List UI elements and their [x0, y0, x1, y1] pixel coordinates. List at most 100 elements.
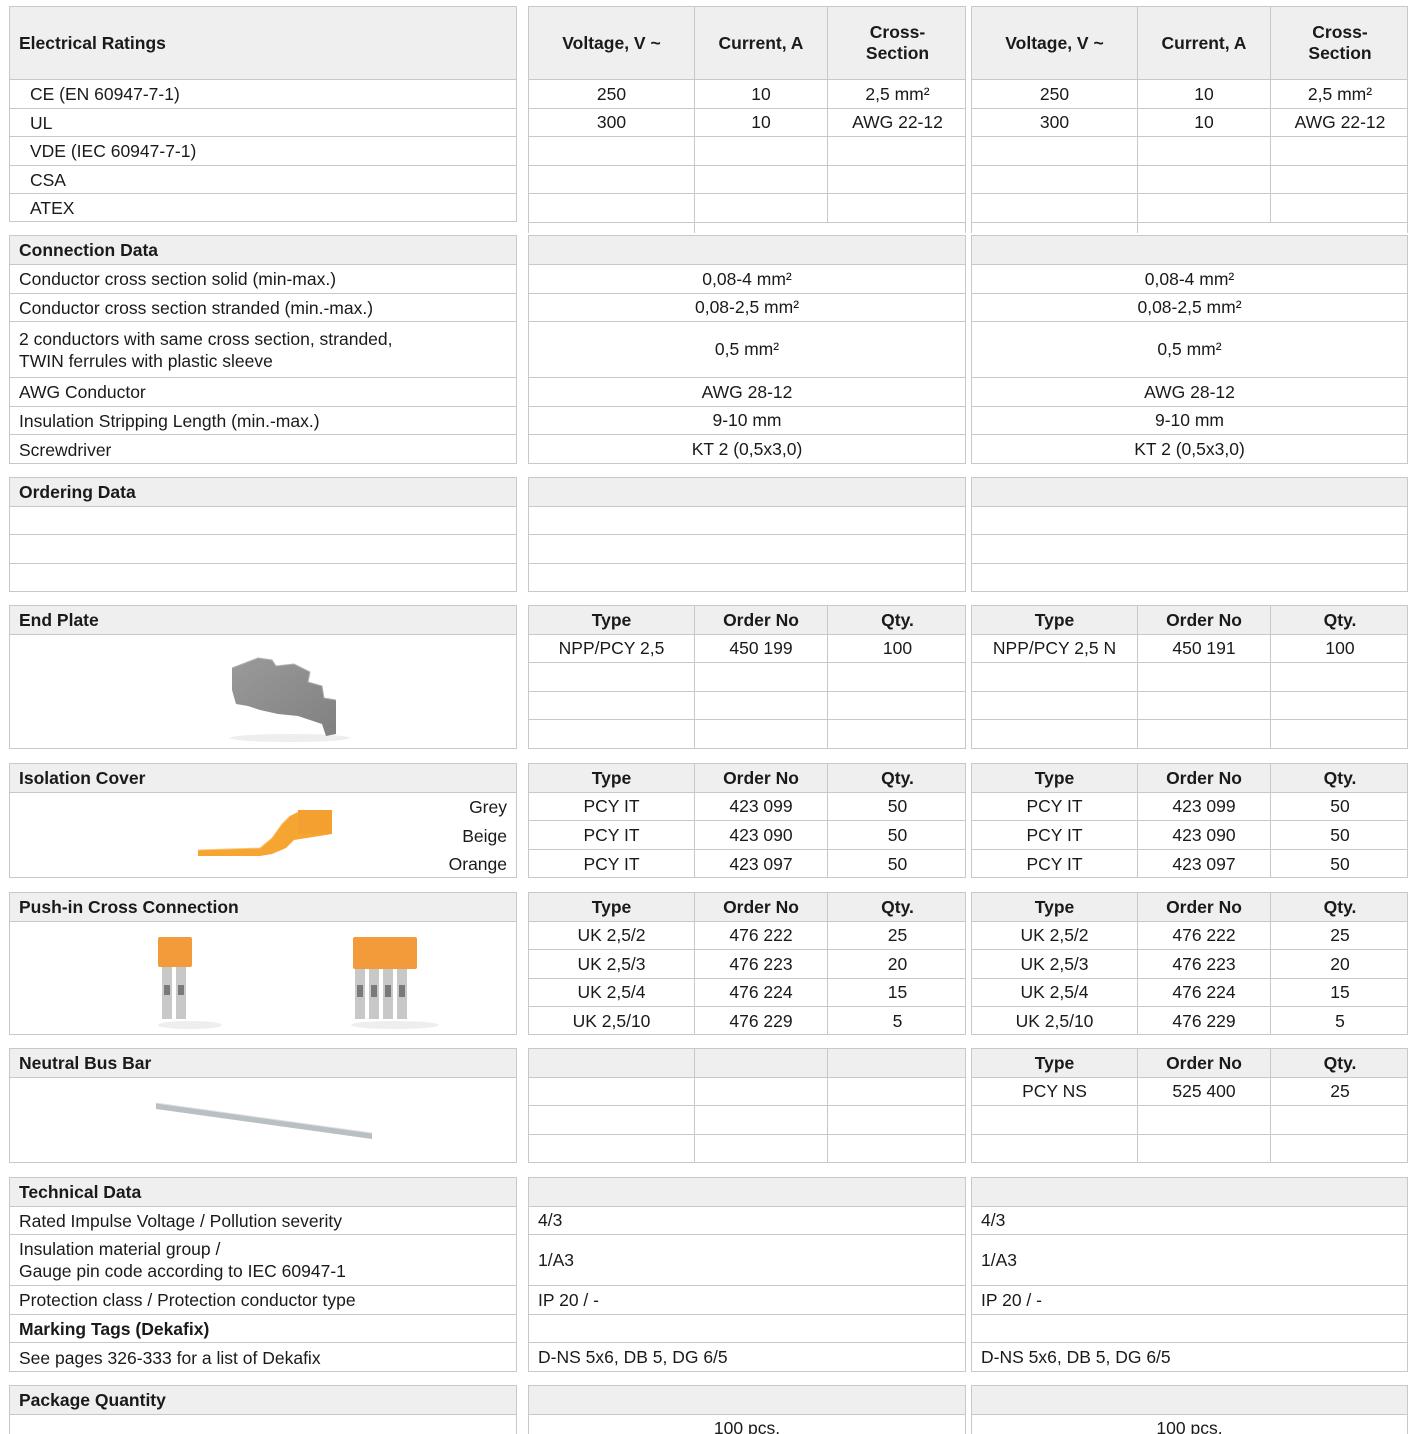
rating-row: UL — [10, 109, 516, 137]
rating-row: CE (EN 60947-7-1) — [10, 80, 516, 109]
cell-qty: 100 — [827, 635, 965, 662]
rating-row — [529, 194, 965, 223]
col-cross-section: Cross- Section — [1270, 7, 1407, 79]
package-quantity-title: Package Quantity — [19, 1390, 166, 1410]
technical-label: Insulation material group / Gauge pin co… — [19, 1239, 346, 1281]
technical-data-left: 4/3 1/A3 IP 20 / - D-NS 5x6, DB 5, DG 6/… — [528, 1177, 966, 1372]
cell-type: PCY IT — [1026, 796, 1083, 816]
col-qty: Qty. — [827, 606, 965, 634]
ordering-row — [529, 535, 965, 564]
connection-row: Screwdriver — [10, 435, 516, 463]
technical-label: Protection class / Protection conductor … — [19, 1290, 356, 1310]
technical-row: Protection class / Protection conductor … — [10, 1286, 516, 1315]
connection-value: KT 2 (0,5x3,0) — [691, 439, 803, 459]
cell-qty: 5 — [1270, 1007, 1407, 1034]
technical-data-title: Technical Data — [19, 1182, 142, 1202]
technical-row — [529, 1315, 965, 1343]
col-type: Type — [1034, 1052, 1075, 1073]
cell-qty: 100 — [1270, 635, 1407, 662]
value-cross-section: AWG 22-12 — [1270, 109, 1407, 136]
table-header-row: Type Order No Qty. — [529, 893, 965, 922]
table-row: NPP/PCY 2,5 N 450 191 100 — [972, 635, 1407, 663]
cell-type: NPP/PCY 2,5 — [558, 638, 665, 658]
neutral-bus-bar-section: Neutral Bus Bar — [9, 1048, 517, 1163]
rating-label-csa: CSA — [30, 169, 66, 190]
value-current: 10 — [1137, 80, 1270, 108]
ordering-header — [972, 478, 1407, 507]
col-type: Type — [1034, 609, 1075, 630]
cell-order-no: 476 222 — [694, 922, 827, 949]
marking-tags-title: Marking Tags (Dekafix) — [19, 1318, 210, 1339]
cell-order-no: 423 099 — [1137, 793, 1270, 820]
cell-qty: 50 — [1270, 821, 1407, 849]
technical-row: See pages 326-333 for a list of Dekafix — [10, 1343, 516, 1371]
technical-value: 1/A3 — [538, 1249, 574, 1270]
ordering-data-header: Ordering Data — [10, 478, 516, 507]
ordering-row — [972, 564, 1407, 591]
pushin-header: Push-in Cross Connection — [10, 893, 516, 922]
rating-row-tail — [529, 223, 965, 233]
rating-row — [972, 166, 1407, 194]
technical-header — [529, 1178, 965, 1207]
ordering-row — [972, 507, 1407, 535]
neutral-left-table — [528, 1048, 966, 1163]
table-row — [529, 1106, 965, 1135]
table-row: PCY IT 423 090 50 — [529, 821, 965, 850]
col-current: Current, A — [1137, 7, 1270, 79]
isolation-cover-header: Isolation Cover — [10, 764, 516, 793]
technical-header — [972, 1178, 1407, 1207]
connection-data-left: 0,08-4 mm² 0,08-2,5 mm² 0,5 mm² AWG 28-1… — [528, 235, 966, 464]
cell-type: UK 2,5/2 — [577, 925, 646, 945]
cell-type: PCY NS — [1022, 1081, 1087, 1101]
package-quantity-left: 100 pcs. — [528, 1385, 966, 1434]
pushin-section: Push-in Cross Connection — [9, 892, 517, 1035]
value-current: 10 — [694, 80, 827, 108]
technical-data-labels: Technical Data Rated Impulse Voltage / P… — [9, 1177, 517, 1372]
electrical-ratings-labels: Electrical Ratings CE (EN 60947-7-1) UL … — [9, 6, 517, 222]
table-row: UK 2,5/2 476 222 25 — [529, 922, 965, 950]
value-cross-section: 2,5 mm² — [1270, 80, 1407, 108]
cell-order-no: 476 229 — [1137, 1007, 1270, 1034]
end-plate-header: End Plate — [10, 606, 516, 635]
cell-type: UK 2,5/4 — [577, 982, 646, 1002]
connection-value: AWG 28-12 — [701, 381, 793, 402]
rating-row: CSA — [10, 166, 516, 194]
table-row — [972, 1106, 1407, 1135]
marking-tags-label: See pages 326-333 for a list of Dekafix — [19, 1347, 321, 1368]
rating-label-ce: CE (EN 60947-7-1) — [30, 84, 180, 104]
connection-row: 2 conductors with same cross section, st… — [10, 322, 516, 378]
color-label-beige: Beige — [462, 826, 507, 846]
table-header-row — [529, 1049, 965, 1078]
electrical-ratings-header: Electrical Ratings — [10, 7, 516, 80]
rating-row: ATEX — [10, 194, 516, 221]
connection-row: 0,08-2,5 mm² — [972, 294, 1407, 322]
technical-row: Rated Impulse Voltage / Pollution severi… — [10, 1207, 516, 1235]
rating-row — [972, 194, 1407, 223]
table-row: UK 2,5/2 476 222 25 — [972, 922, 1407, 950]
technical-row: 4/3 — [529, 1207, 965, 1235]
isolation-cover-section: Isolation Cover Grey Beige Orange — [9, 763, 517, 878]
isolation-cover-image — [197, 810, 332, 856]
rating-row — [529, 137, 965, 166]
value-current: 10 — [1137, 109, 1270, 136]
connection-row: 0,08-4 mm² — [972, 265, 1407, 294]
package-quantity-value: 100 pcs. — [1156, 1418, 1223, 1434]
end-plate-section: End Plate — [9, 605, 517, 749]
value-voltage: 250 — [1039, 83, 1070, 104]
col-qty: Qty. — [1270, 606, 1407, 634]
col-order-no: Order No — [1137, 606, 1270, 634]
connection-data-right: 0,08-4 mm² 0,08-2,5 mm² 0,5 mm² AWG 28-1… — [971, 235, 1408, 464]
connection-row: KT 2 (0,5x3,0) — [529, 435, 965, 463]
connection-row: AWG 28-12 — [972, 378, 1407, 407]
neutral-bus-bar-title: Neutral Bus Bar — [19, 1053, 152, 1073]
technical-row: D-NS 5x6, DB 5, DG 6/5 — [529, 1343, 965, 1371]
connection-row: 9-10 mm — [972, 407, 1407, 435]
connection-row: AWG 28-12 — [529, 378, 965, 407]
technical-row: 1/A3 — [972, 1235, 1407, 1286]
connection-row: Conductor cross section solid (min-max.) — [10, 265, 516, 294]
cell-order-no: 450 191 — [1137, 635, 1270, 662]
table-row — [972, 720, 1407, 748]
table-row — [972, 692, 1407, 720]
col-order-no: Order No — [694, 606, 827, 634]
cell-order-no: 423 090 — [694, 821, 827, 849]
